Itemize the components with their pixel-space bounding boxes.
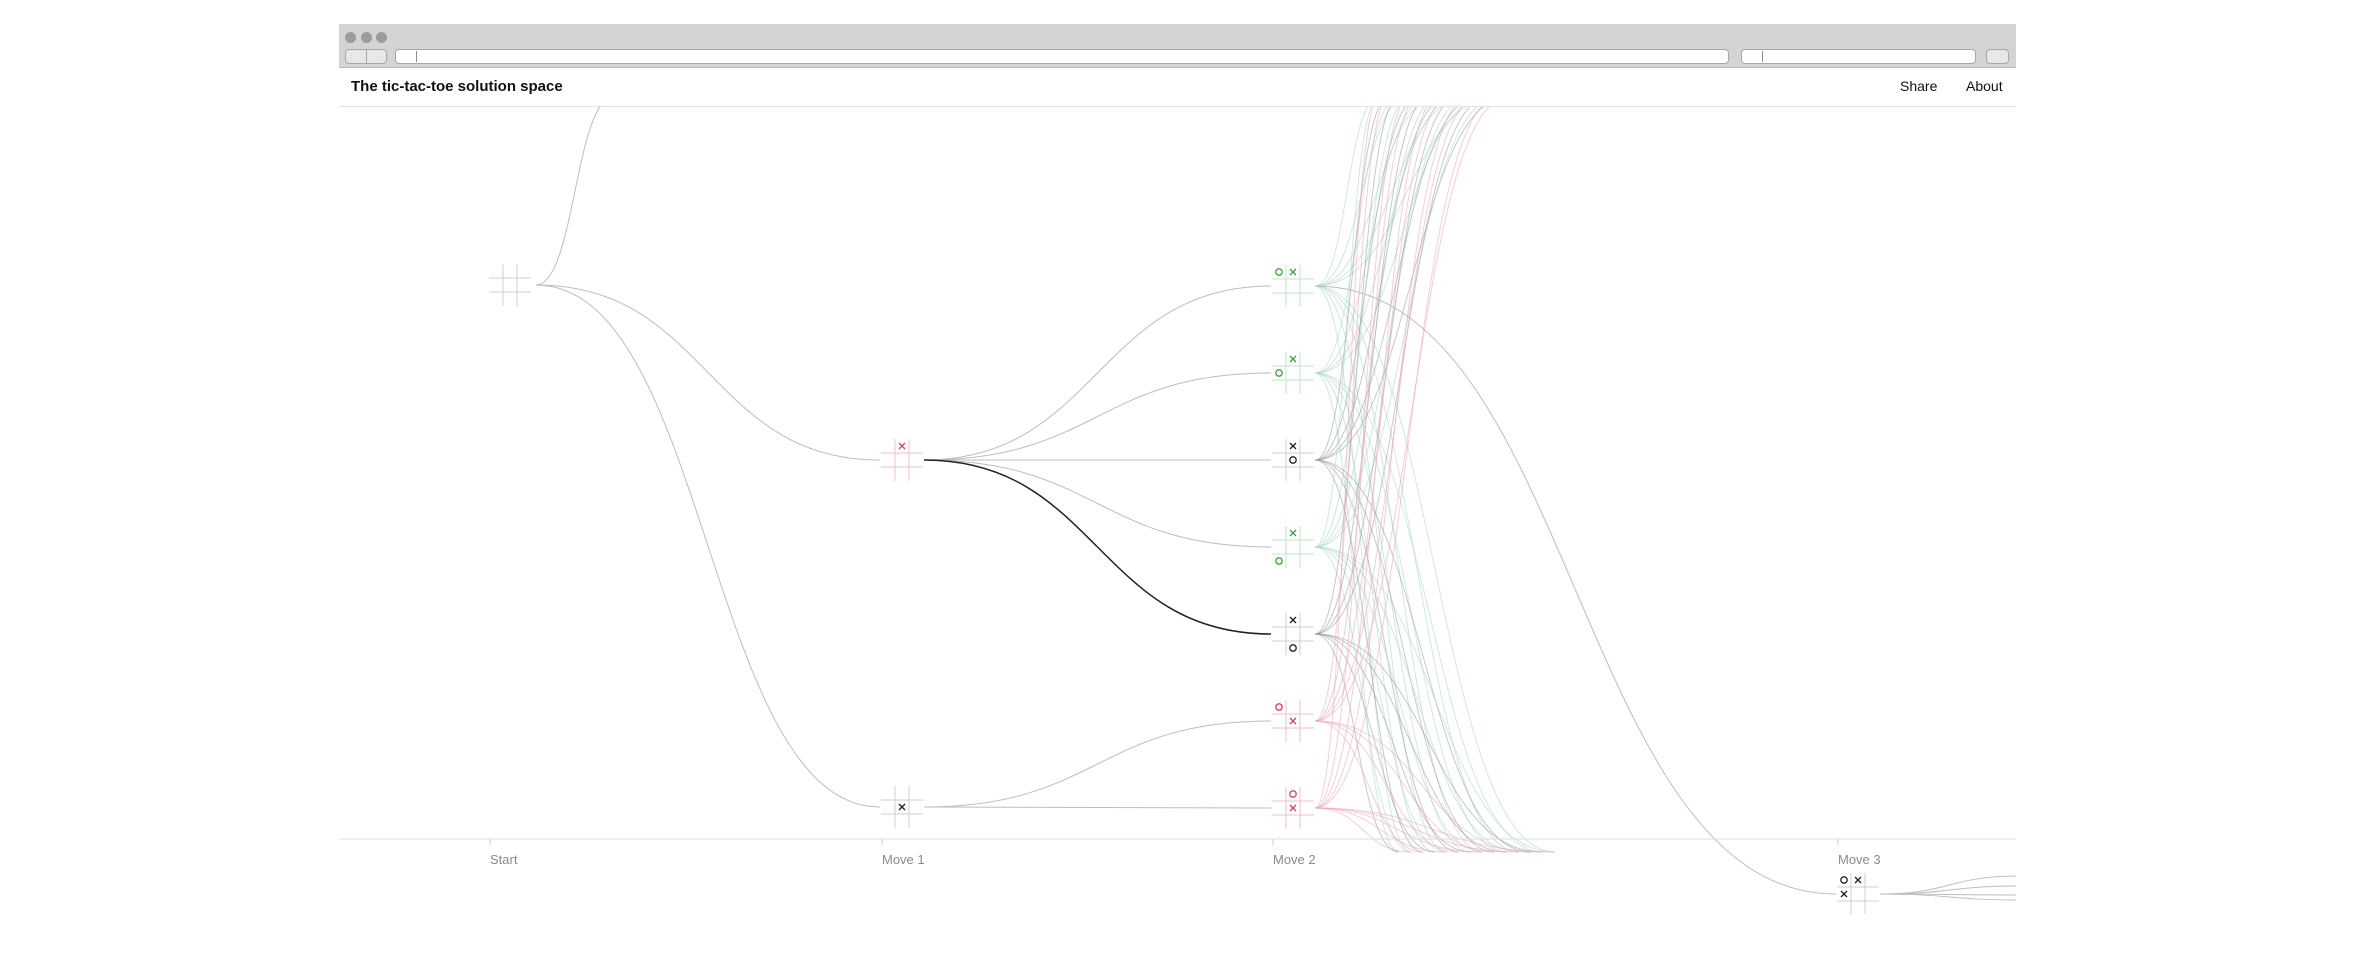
- nav-divider: [366, 50, 367, 63]
- axis-tick-label: Move 3: [1838, 852, 1881, 867]
- board-move2[interactable]: [1272, 439, 1314, 481]
- share-link[interactable]: Share: [1900, 78, 1937, 94]
- link-move1-move2: [923, 372, 1272, 461]
- move-links: [535, 107, 2016, 901]
- board-move2[interactable]: [1272, 787, 1314, 829]
- link-start-move1: [535, 284, 881, 461]
- extension-button[interactable]: [1986, 49, 2009, 64]
- o-mark-icon: [1289, 456, 1297, 464]
- link-move3-fan: [1879, 893, 2016, 896]
- link-move3-fan: [1879, 875, 2016, 895]
- browser-chrome: [339, 24, 2016, 68]
- board-move2[interactable]: [1272, 526, 1314, 568]
- site-header: The tic-tac-toe solution space Share Abo…: [339, 68, 2016, 107]
- search-caret: [1762, 51, 1763, 62]
- minimize-window-dot[interactable]: [361, 32, 372, 43]
- about-link[interactable]: About: [1966, 78, 2003, 94]
- link-move1-move2: [923, 459, 1272, 548]
- board-move2[interactable]: [1272, 700, 1314, 742]
- board-start[interactable]: [489, 264, 531, 306]
- o-mark-icon: [1840, 876, 1848, 884]
- link-move2-fan: [1314, 285, 1484, 853]
- browser-search-field[interactable]: [1741, 49, 1976, 64]
- axis-tick-label: Move 1: [882, 852, 925, 867]
- link-move3-fan: [1879, 885, 2016, 895]
- board-move2[interactable]: [1272, 265, 1314, 307]
- address-caret: [416, 51, 417, 62]
- o-mark-icon: [1275, 369, 1283, 377]
- o-mark-icon: [1289, 790, 1297, 798]
- link-move1-move2: [923, 806, 1272, 809]
- link-move2-fan: [1314, 459, 1424, 853]
- link-move1-move2: [923, 459, 1272, 635]
- link-start-offscreen: [535, 107, 601, 286]
- board-move3[interactable]: [1837, 873, 1879, 914]
- zoom-window-dot[interactable]: [376, 32, 387, 43]
- link-move1-move2: [923, 285, 1272, 461]
- address-bar[interactable]: [395, 49, 1729, 64]
- axis-tick-label: Move 2: [1273, 852, 1316, 867]
- board-move2[interactable]: [1272, 352, 1314, 394]
- link-move2-fan: [1314, 107, 1455, 809]
- link-move1-move2: [923, 720, 1272, 808]
- axis-tick-label: Start: [490, 852, 518, 867]
- o-mark-icon: [1275, 268, 1283, 276]
- board-move1-top[interactable]: [881, 439, 923, 481]
- browser-window: The tic-tac-toe solution space Share Abo…: [339, 24, 2016, 914]
- close-window-dot[interactable]: [345, 32, 356, 43]
- back-forward-buttons[interactable]: [345, 49, 387, 64]
- board-move2[interactable]: [1272, 613, 1314, 655]
- page-title: The tic-tac-toe solution space: [351, 78, 563, 95]
- link-move2-fan: [1314, 546, 1412, 853]
- o-mark-icon: [1275, 703, 1283, 711]
- o-mark-icon: [1275, 557, 1283, 565]
- o-mark-icon: [1289, 644, 1297, 652]
- solution-space-canvas[interactable]: Start Move 1 Move 2 Move 3: [339, 107, 2016, 914]
- link-start-move1: [535, 284, 881, 808]
- board-move1-center[interactable]: [881, 786, 923, 828]
